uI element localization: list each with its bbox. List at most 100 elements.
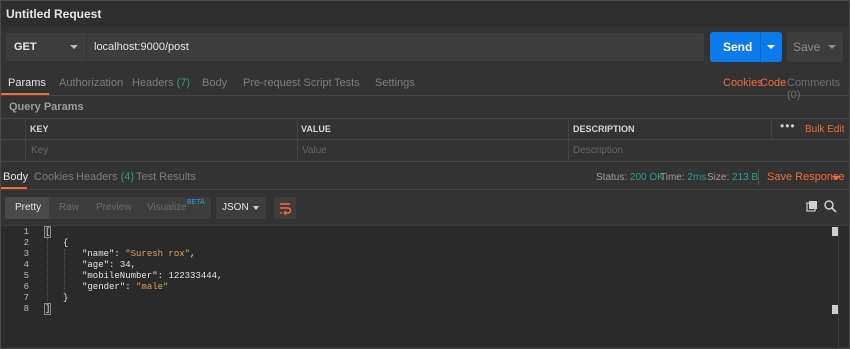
save-button[interactable]: Save [787, 32, 843, 62]
bulk-edit-link[interactable]: Bulk Edit [805, 124, 844, 135]
active-tab-indicator [1, 187, 27, 189]
status-readout: Status: 200 OK [596, 172, 664, 183]
send-divider [760, 32, 761, 62]
url-bar: GET localhost:9000/post Send Save [1, 27, 849, 67]
code-line: "age": 34, [82, 260, 137, 270]
cookies-link[interactable]: Cookies [723, 77, 763, 89]
beta-badge: BETA [187, 199, 205, 206]
tab-headers-label: Headers [132, 77, 174, 89]
code-line: "mobileNumber": 122333444, [82, 271, 223, 281]
line-number: 6 [23, 282, 29, 292]
line-number: 8 [23, 304, 29, 314]
format-select[interactable]: JSON [216, 197, 266, 219]
json-key: "age" [82, 260, 110, 270]
request-tabs: Params Authorization Headers (7) Body Pr… [1, 71, 849, 101]
line-numbers: 1 2 3 4 5 6 7 8 [1, 226, 35, 349]
save-options-chevron-icon[interactable] [828, 45, 836, 49]
response-body-editor[interactable]: 1 2 3 4 5 6 7 8 [ { "name": "Suresh rox"… [1, 225, 849, 349]
tab-tests[interactable]: Tests [334, 77, 360, 89]
title-bar: Untitled Request [1, 1, 849, 27]
view-raw[interactable]: Raw [59, 202, 79, 213]
tab-body[interactable]: Body [202, 77, 227, 89]
chevron-down-icon[interactable] [832, 176, 840, 180]
scrollbar-thumb[interactable] [832, 227, 838, 236]
copy-icon[interactable] [806, 200, 818, 212]
send-options-chevron-icon[interactable] [767, 45, 775, 49]
json-key: "mobileNumber" [82, 271, 158, 281]
code-line: "gender": "male" [82, 282, 169, 292]
tab-params[interactable]: Params [8, 77, 46, 89]
size-label: Size: [707, 172, 730, 183]
more-options-icon[interactable]: ••• [780, 119, 796, 133]
query-params-heading: Query Params [9, 101, 84, 113]
headers-count: (7) [176, 77, 191, 89]
view-pretty[interactable]: Pretty [15, 202, 41, 213]
wrap-lines-button[interactable] [274, 197, 296, 219]
column-divider [25, 118, 26, 162]
chevron-down-icon [70, 45, 78, 49]
time-value[interactable]: 2ms [687, 172, 706, 183]
send-label: Send [723, 40, 753, 54]
tab-response-cookies[interactable]: Cookies [34, 171, 74, 183]
description-input[interactable]: Description [573, 145, 623, 156]
indent-guide [47, 238, 48, 304]
status-label: Status: [596, 172, 628, 183]
search-icon[interactable] [823, 199, 837, 213]
line-number: 2 [23, 238, 29, 248]
view-visualize[interactable]: Visualize [147, 202, 187, 213]
response-headers-count: (4) [120, 171, 135, 183]
tab-response-headers[interactable]: Headers (4) [76, 171, 134, 183]
json-number-value: 34 [119, 260, 131, 270]
view-preview[interactable]: Preview [96, 202, 132, 213]
line-number: 3 [23, 249, 29, 259]
scrollbar-thumb[interactable] [832, 305, 838, 314]
comments-link[interactable]: Comments (0) [787, 77, 849, 101]
line-number: 7 [23, 293, 29, 303]
column-divider [297, 118, 298, 162]
tab-response-headers-label: Headers [76, 171, 118, 183]
tab-authorization[interactable]: Authorization [59, 77, 123, 89]
json-key: "gender" [82, 282, 126, 292]
divider [758, 169, 759, 185]
time-label: Time: [660, 172, 685, 183]
wrap-lines-icon [280, 203, 292, 216]
json-string-value: "Suresh rox" [125, 249, 191, 259]
code-line: [ [43, 226, 52, 238]
column-value: VALUE [301, 124, 331, 134]
time-readout: Time: 2ms [660, 172, 706, 183]
save-label: Save [793, 40, 821, 54]
tab-settings[interactable]: Settings [375, 77, 415, 89]
code-line: { [63, 238, 69, 248]
format-label: JSON [222, 202, 249, 213]
json-key: "name" [82, 249, 115, 259]
tab-response-body[interactable]: Body [3, 171, 28, 183]
view-mode-bar: Pretty Raw Preview Visualize BETA [5, 197, 211, 219]
query-params-table: KEY VALUE DESCRIPTION ••• Bulk Edit Key … [1, 118, 849, 162]
request-title[interactable]: Untitled Request [6, 7, 101, 21]
send-button[interactable]: Send [710, 32, 782, 62]
code-line: } [63, 293, 69, 303]
status-value[interactable]: 200 OK [630, 172, 664, 183]
column-divider [771, 118, 772, 140]
line-number: 5 [23, 271, 29, 281]
chevron-down-icon [253, 206, 259, 210]
size-value[interactable]: 213 B [732, 172, 758, 183]
url-value: localhost:9000/post [94, 41, 189, 53]
tab-prerequest-script[interactable]: Pre-request Script [243, 77, 332, 89]
url-input[interactable]: localhost:9000/post [87, 33, 704, 61]
method-label: GET [14, 41, 37, 53]
line-number: 1 [23, 227, 29, 237]
tab-test-results[interactable]: Test Results [136, 171, 196, 183]
value-input[interactable]: Value [302, 145, 327, 156]
method-select[interactable]: GET [6, 33, 86, 61]
json-string-value: "male" [136, 282, 169, 292]
tab-headers[interactable]: Headers (7) [132, 77, 190, 89]
column-divider [568, 118, 569, 162]
scrollbar-track [838, 226, 839, 349]
column-description: DESCRIPTION [573, 124, 635, 134]
table-header-row: KEY VALUE DESCRIPTION ••• Bulk Edit [1, 118, 849, 140]
line-number: 4 [23, 260, 29, 270]
key-input[interactable]: Key [31, 145, 48, 156]
code-link[interactable]: Code [760, 77, 786, 89]
code-line: "name": "Suresh rox", [82, 249, 196, 259]
